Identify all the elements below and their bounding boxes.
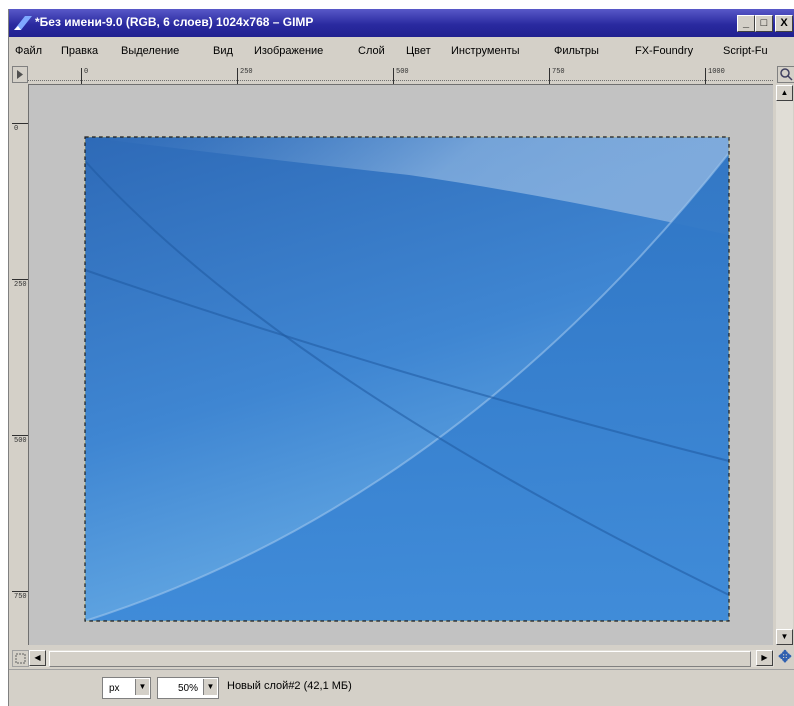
quick-mask-icon[interactable] bbox=[12, 650, 29, 667]
ruler-label: 250 bbox=[14, 281, 27, 289]
ruler-label: 1000 bbox=[708, 68, 725, 76]
scroll-right-icon[interactable]: ▶ bbox=[756, 650, 773, 666]
title-bar[interactable]: *Без имени-9.0 (RGB, 6 слоев) 1024x768 –… bbox=[9, 9, 794, 37]
close-button[interactable]: X bbox=[775, 15, 793, 32]
ruler-label: 250 bbox=[240, 68, 253, 76]
horizontal-ruler[interactable]: 0 250 500 750 1000 bbox=[28, 66, 773, 85]
pointer-menu-icon[interactable] bbox=[12, 66, 28, 83]
menu-edit[interactable]: Правка bbox=[61, 45, 98, 57]
menu-file[interactable]: Файл bbox=[15, 45, 42, 57]
zoom-select[interactable]: 50% ▼ bbox=[157, 677, 219, 699]
scroll-down-icon[interactable]: ▼ bbox=[776, 629, 793, 645]
ruler-label: 0 bbox=[84, 68, 89, 76]
menu-bar: Файл Правка Выделение Вид Изображение Сл… bbox=[9, 37, 794, 65]
menu-script-fu[interactable]: Script-Fu bbox=[723, 45, 768, 57]
ruler-label: 750 bbox=[14, 593, 27, 601]
window-title: *Без имени-9.0 (RGB, 6 слоев) 1024x768 –… bbox=[35, 15, 314, 29]
menu-select[interactable]: Выделение bbox=[121, 45, 179, 57]
gimp-icon bbox=[14, 16, 32, 30]
layer-info: Новый слой#2 (42,1 МБ) bbox=[227, 680, 352, 692]
menu-layer[interactable]: Слой bbox=[358, 45, 385, 57]
ruler-label: 750 bbox=[552, 68, 565, 76]
menu-fx-foundry[interactable]: FX-Foundry bbox=[635, 45, 693, 57]
menu-view[interactable]: Вид bbox=[213, 45, 233, 57]
gimp-image-window: *Без имени-9.0 (RGB, 6 слоев) 1024x768 –… bbox=[8, 9, 794, 706]
horizontal-scrollbar[interactable]: ◀ ▶ bbox=[29, 650, 774, 667]
canvas-area[interactable] bbox=[29, 85, 773, 645]
image-canvas[interactable] bbox=[29, 85, 773, 645]
unit-value: px bbox=[109, 683, 120, 694]
minimize-button[interactable]: _ bbox=[737, 15, 755, 32]
ruler-label: 500 bbox=[396, 68, 409, 76]
status-bar: px ▼ 50% ▼ Новый слой#2 (42,1 МБ) bbox=[9, 669, 794, 706]
scroll-left-icon[interactable]: ◀ bbox=[29, 650, 46, 666]
zoom-value: 50% bbox=[178, 683, 199, 694]
maximize-button[interactable]: □ bbox=[755, 15, 773, 32]
dropdown-arrow-icon[interactable]: ▼ bbox=[203, 679, 217, 695]
menu-image[interactable]: Изображение bbox=[254, 45, 323, 57]
menu-color[interactable]: Цвет bbox=[406, 45, 431, 57]
unit-select[interactable]: px ▼ bbox=[102, 677, 151, 699]
ruler-label: 500 bbox=[14, 437, 27, 445]
ruler-label: 0 bbox=[14, 125, 19, 133]
dropdown-arrow-icon[interactable]: ▼ bbox=[135, 679, 149, 695]
image-layer bbox=[84, 136, 730, 622]
navigate-icon[interactable]: ✥ bbox=[777, 650, 793, 666]
vertical-scrollbar[interactable]: ▲ ▼ bbox=[776, 85, 793, 645]
scroll-up-icon[interactable]: ▲ bbox=[776, 85, 793, 101]
zoom-icon[interactable] bbox=[777, 66, 794, 83]
menu-tools[interactable]: Инструменты bbox=[451, 45, 520, 57]
vertical-ruler[interactable]: 0 250 500 750 bbox=[12, 85, 29, 645]
menu-filters[interactable]: Фильтры bbox=[554, 45, 599, 57]
scroll-thumb[interactable] bbox=[49, 651, 751, 667]
